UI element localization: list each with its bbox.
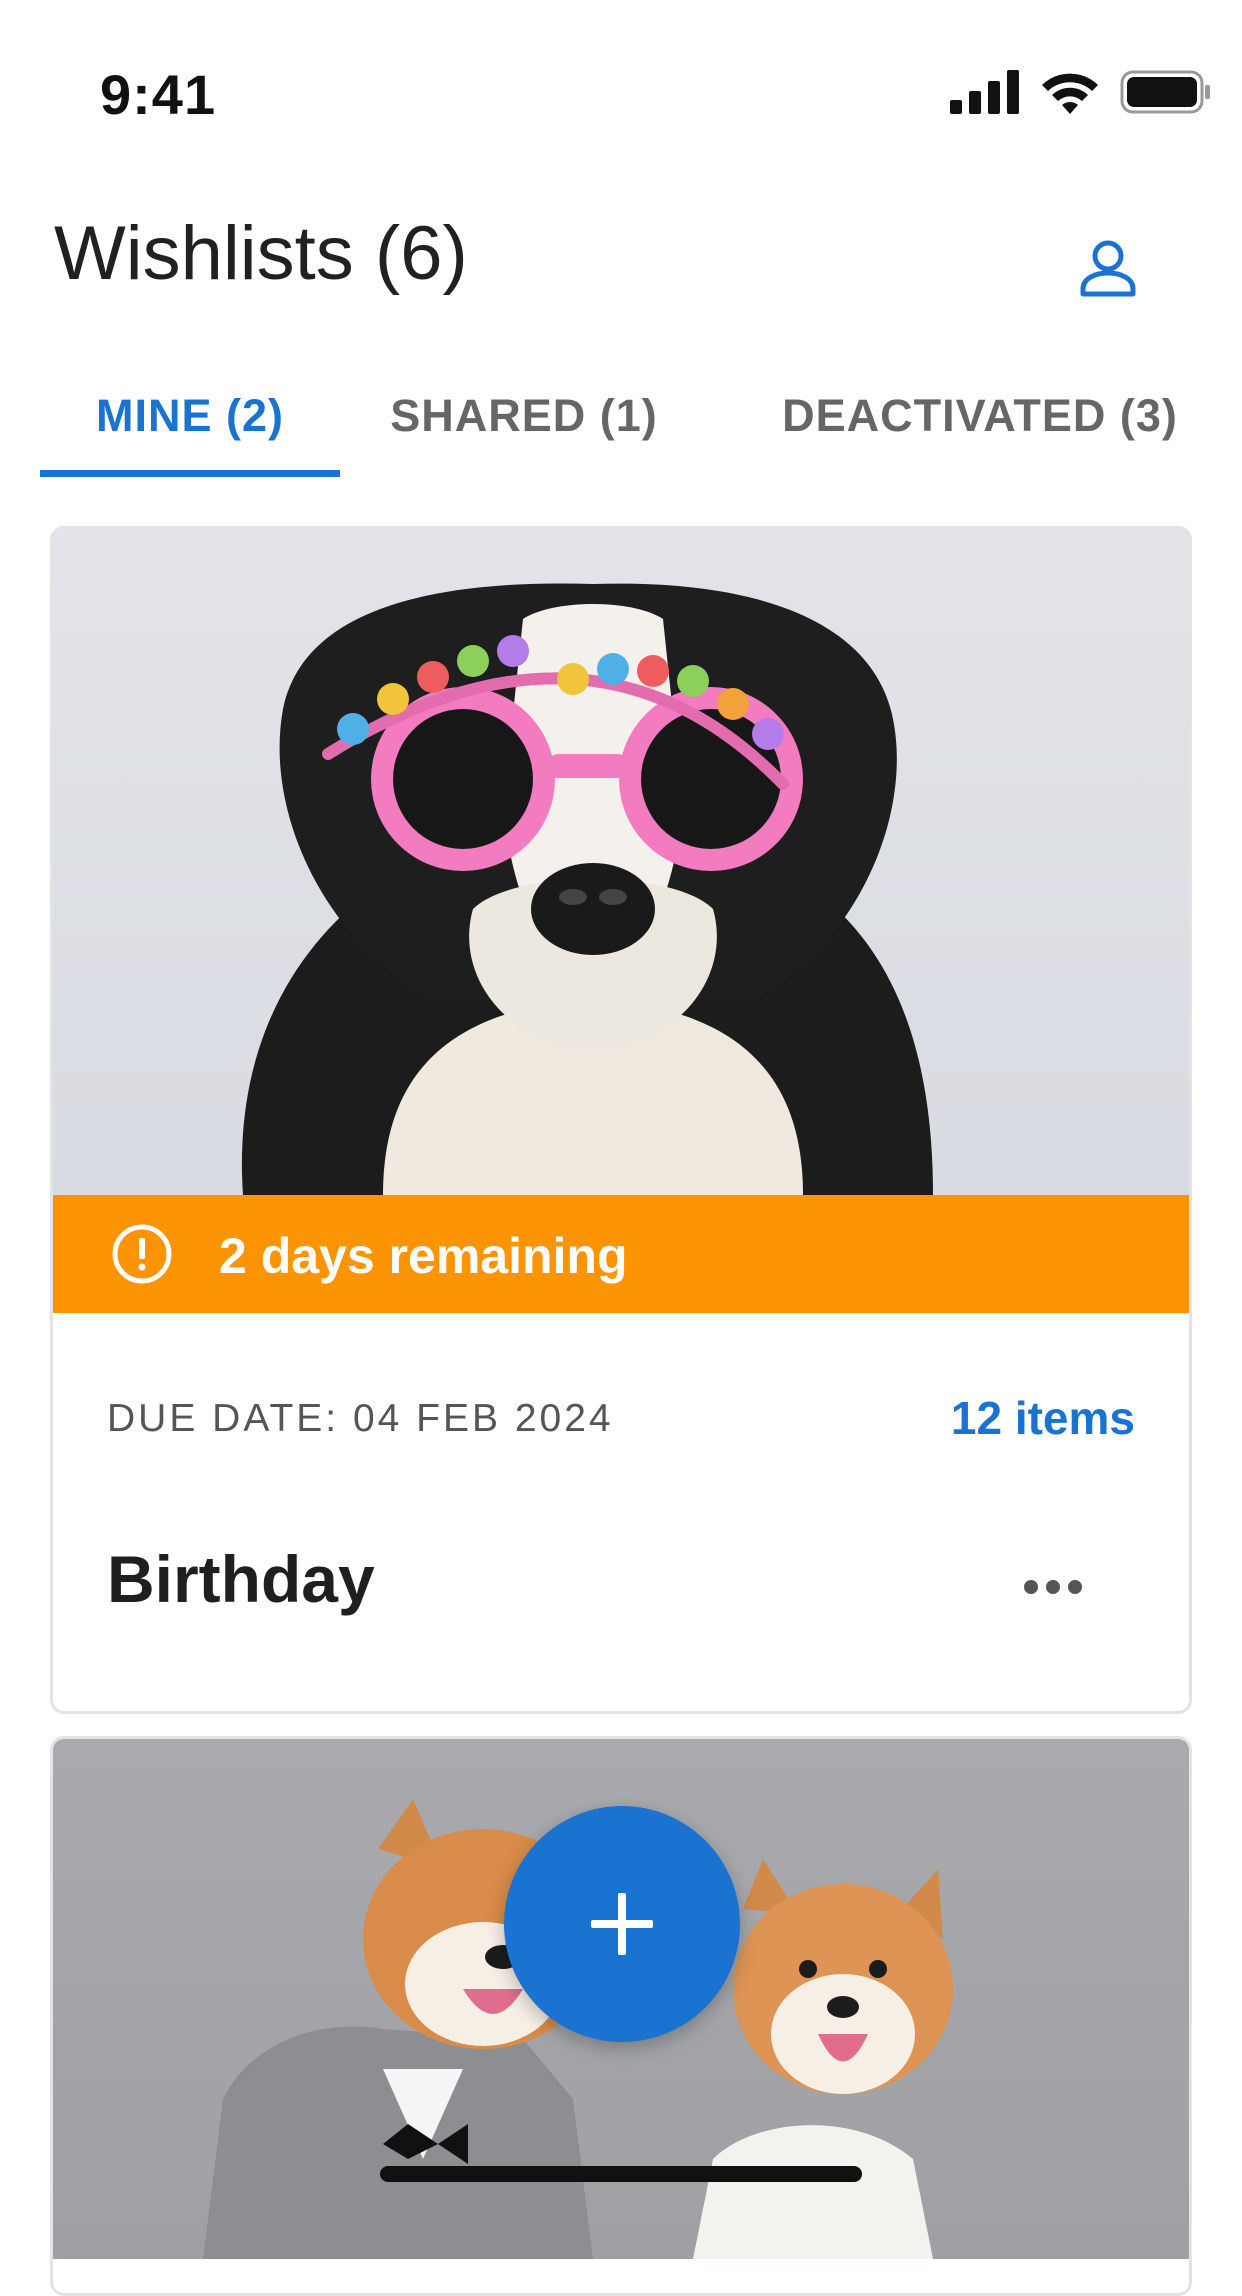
active-tab-indicator bbox=[40, 470, 340, 477]
tab-bar: MINE (2) SHARED (1) DEACTIVATED (3) bbox=[40, 360, 1220, 478]
wishlist-name: Birthday bbox=[107, 1542, 375, 1616]
days-remaining-text: 2 days remaining bbox=[219, 1228, 628, 1284]
more-options-button[interactable] bbox=[1013, 1567, 1093, 1607]
wishlist-photo bbox=[53, 529, 1189, 1195]
status-time: 9:41 bbox=[100, 63, 217, 126]
dog-birthday-illustration bbox=[241, 583, 934, 1195]
battery-icon bbox=[1120, 70, 1210, 114]
due-date: DUE DATE: 04 FEB 2024 bbox=[107, 1397, 614, 1440]
cellular-signal-icon bbox=[950, 70, 1019, 114]
profile-button[interactable] bbox=[1070, 230, 1146, 306]
add-wishlist-button[interactable] bbox=[504, 1806, 740, 2042]
tab-shared[interactable]: SHARED (1) bbox=[358, 360, 690, 472]
page-title: Wishlists (6) bbox=[54, 211, 468, 296]
due-warning-banner: 2 days remaining bbox=[53, 1195, 1189, 1313]
person-icon bbox=[1080, 240, 1136, 297]
more-horizontal-icon bbox=[1024, 1580, 1082, 1594]
status-bar: 9:41 bbox=[0, 0, 1242, 150]
wifi-icon bbox=[1042, 73, 1098, 114]
alert-circle-icon bbox=[112, 1224, 172, 1284]
wishlist-card[interactable]: 2 days remaining DUE DATE: 04 FEB 2024 1… bbox=[50, 526, 1192, 1714]
tab-mine[interactable]: MINE (2) bbox=[40, 360, 340, 472]
header: Wishlists (6) bbox=[0, 190, 1242, 330]
status-icons bbox=[950, 70, 1212, 114]
home-indicator bbox=[380, 2166, 862, 2182]
tab-deactivated[interactable]: DEACTIVATED (3) bbox=[740, 360, 1220, 472]
plus-icon bbox=[591, 1893, 653, 1955]
items-count-link[interactable]: 12 items bbox=[951, 1391, 1135, 1445]
